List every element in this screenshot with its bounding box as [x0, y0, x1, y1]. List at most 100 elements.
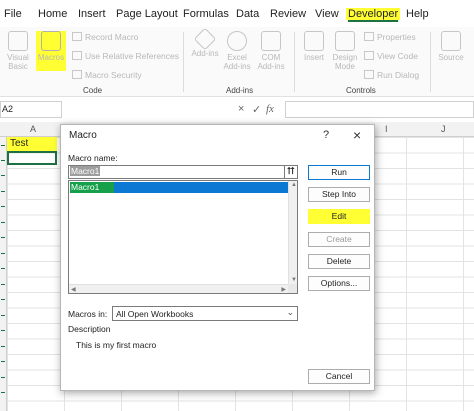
tab-help[interactable]: Help — [406, 8, 429, 20]
design-mode-button[interactable]: Design Mode — [330, 31, 360, 71]
view-code-button[interactable]: View Code — [364, 51, 418, 61]
cell-a1[interactable]: Test — [7, 137, 57, 151]
scroll-down-icon[interactable]: ▼ — [291, 277, 297, 283]
tab-insert[interactable]: Insert — [78, 8, 106, 20]
record-macro-label: Record Macro — [85, 32, 139, 42]
column-header-i[interactable]: I — [385, 124, 388, 134]
design-mode-label: Design Mode — [332, 53, 358, 71]
scroll-left-icon[interactable]: ◀ — [71, 286, 76, 293]
com-add-ins-icon — [261, 31, 281, 51]
properties-icon — [364, 32, 374, 41]
macro-security-button[interactable]: Macro Security — [72, 70, 142, 80]
column-header-a[interactable]: A — [30, 124, 36, 134]
column-header-j[interactable]: J — [441, 124, 446, 134]
tab-data[interactable]: Data — [236, 8, 259, 20]
tab-view[interactable]: View — [315, 8, 339, 20]
row-header-tick — [1, 330, 5, 331]
record-macro-icon — [72, 32, 82, 41]
tab-review[interactable]: Review — [270, 8, 306, 20]
help-icon[interactable]: ? — [323, 129, 329, 141]
insert-control-button[interactable]: Insert — [300, 31, 328, 62]
formula-bar: A2 × ✓ fx — [0, 101, 474, 118]
xml-source-button[interactable]: Source — [434, 31, 468, 62]
toolbox-icon — [304, 31, 324, 51]
tab-file[interactable]: File — [4, 8, 22, 20]
warning-icon — [72, 70, 82, 79]
row-header-tick — [1, 206, 5, 207]
scroll-right-icon[interactable]: ▶ — [281, 286, 286, 293]
macro-name-value: Macro1 — [70, 166, 101, 176]
horizontal-scrollbar[interactable]: ◀ ▶ — [69, 284, 297, 293]
insert-control-label: Insert — [303, 53, 324, 62]
tab-developer[interactable]: Developer — [346, 8, 401, 20]
group-separator — [294, 32, 295, 92]
run-dialog-label: Run Dialog — [377, 70, 420, 80]
tab-formulas[interactable]: Formulas — [183, 8, 229, 20]
edit-button[interactable]: Edit — [308, 209, 370, 224]
create-button[interactable]: Create — [308, 232, 370, 247]
description-text: This is my first macro — [76, 340, 157, 350]
visual-basic-button[interactable]: Visual Basic — [3, 31, 33, 71]
enter-icon[interactable]: ✓ — [252, 103, 261, 116]
controls-group-label: Controls — [346, 86, 376, 95]
macro-dialog: Macro ? × Macro name: Macro1 ⮅ Macro1 ▲ … — [60, 124, 375, 391]
name-box[interactable]: A2 — [0, 101, 62, 118]
code-group-label: Code — [83, 86, 103, 95]
use-relative-label: Use Relative References — [85, 51, 180, 61]
xml-source-icon — [441, 31, 461, 51]
add-ins-group-label: Add-ins — [226, 86, 254, 95]
run-button[interactable]: Run — [308, 165, 370, 180]
excel-add-ins-label: Excel Add-ins — [223, 53, 251, 71]
step-into-button[interactable]: Step Into — [308, 187, 370, 202]
design-mode-icon — [335, 31, 355, 51]
macro-name-input[interactable]: Macro1 — [68, 165, 291, 179]
visual-basic-icon — [8, 31, 28, 51]
com-add-ins-label: COM Add-ins — [257, 53, 285, 71]
row-header-tick — [1, 315, 5, 316]
com-add-ins-button[interactable]: COM Add-ins — [255, 31, 287, 71]
add-ins-icon — [193, 27, 217, 51]
up-arrow-icon[interactable]: ⮅ — [284, 165, 298, 179]
macro-list[interactable]: Macro1 ▲ ▼ ◀ ▶ — [68, 180, 298, 294]
visual-basic-label: Visual Basic — [7, 53, 29, 71]
macros-button[interactable]: Macros — [36, 31, 66, 71]
row-header-tick — [1, 222, 5, 223]
close-icon[interactable]: × — [353, 127, 361, 143]
scroll-up-icon[interactable]: ▲ — [291, 182, 297, 188]
group-separator — [430, 32, 431, 92]
options-button[interactable]: Options... — [308, 276, 370, 291]
list-item[interactable]: Macro1 — [70, 182, 114, 193]
row-header-tick — [1, 346, 5, 347]
cell-a2-selected[interactable] — [7, 151, 57, 165]
insert-function-icon[interactable]: fx — [266, 103, 274, 115]
add-ins-label: Add-ins — [191, 49, 219, 58]
vertical-scrollbar[interactable]: ▲ ▼ — [288, 181, 297, 293]
use-relative-references-button[interactable]: Use Relative References — [72, 51, 179, 61]
excel-add-ins-button[interactable]: Excel Add-ins — [221, 31, 253, 71]
row-header-tick — [1, 361, 5, 362]
scrollbar-corner — [288, 284, 297, 293]
cancel-button[interactable]: Cancel — [308, 369, 370, 384]
add-ins-button[interactable]: Add-ins — [191, 27, 219, 58]
tab-home[interactable]: Home — [38, 8, 67, 20]
row-header-tick — [1, 145, 5, 146]
run-dialog-button[interactable]: Run Dialog — [364, 70, 419, 80]
delete-button[interactable]: Delete — [308, 254, 370, 269]
macros-in-dropdown[interactable]: All Open Workbooks ⌄ — [112, 306, 298, 321]
tab-page-layout[interactable]: Page Layout — [116, 8, 178, 20]
record-macro-button[interactable]: Record Macro — [72, 32, 138, 42]
chevron-down-icon: ⌄ — [286, 307, 294, 317]
macros-in-label: Macros in: — [68, 309, 108, 319]
row-header-tick — [1, 377, 5, 378]
ribbon: Visual Basic Macros Record Macro Use Rel… — [0, 27, 474, 97]
gear-icon — [227, 31, 247, 51]
cancel-icon[interactable]: × — [238, 103, 244, 115]
view-code-label: View Code — [377, 51, 418, 61]
properties-button[interactable]: Properties — [364, 32, 416, 42]
description-label: Description — [68, 324, 111, 334]
macros-icon — [41, 31, 61, 51]
formula-input[interactable] — [285, 101, 474, 118]
run-dialog-icon — [364, 70, 374, 79]
row-header-tick — [1, 299, 5, 300]
properties-label: Properties — [377, 32, 416, 42]
